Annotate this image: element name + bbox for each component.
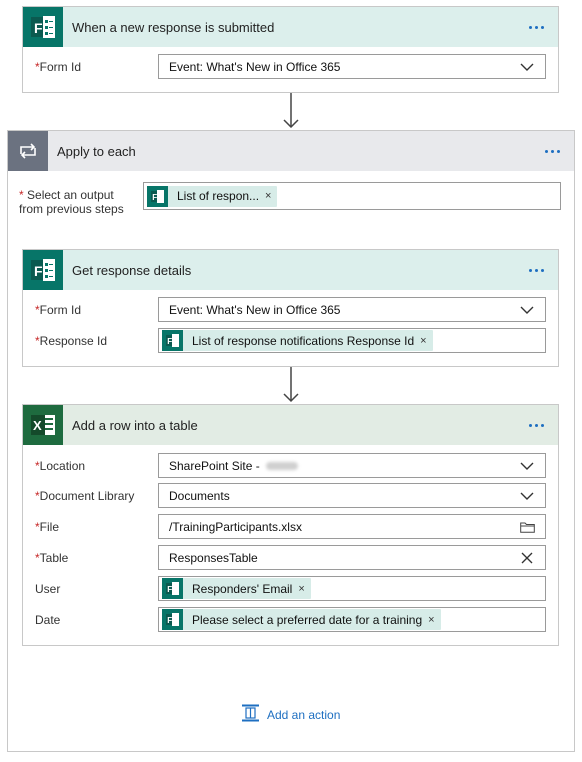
- svg-text:F: F: [152, 193, 157, 202]
- close-icon[interactable]: ×: [420, 335, 426, 347]
- form-id-value: Event: What's New in Office 365: [169, 59, 341, 74]
- forms-icon: F: [23, 7, 63, 47]
- close-icon[interactable]: ×: [265, 190, 271, 202]
- details-form-id-value: Event: What's New in Office 365: [169, 302, 341, 317]
- response-id-token-label: List of response notifications Response …: [192, 333, 415, 348]
- chevron-down-icon: [519, 59, 535, 75]
- table-row-field: *Table ResponsesTable: [23, 545, 558, 571]
- date-field[interactable]: F Please select a preferred date for a t…: [158, 607, 546, 632]
- loop-icon: [8, 131, 48, 171]
- forms-icon: F: [147, 185, 168, 207]
- trigger-card: F When a new response is submitted *Form…: [22, 6, 559, 93]
- svg-text:F: F: [34, 263, 43, 279]
- form-id-label: *Form Id: [35, 60, 82, 74]
- select-output-token-label: List of respon...: [177, 189, 260, 203]
- table-input[interactable]: ResponsesTable: [158, 545, 546, 570]
- trigger-title: When a new response is submitted: [72, 19, 275, 35]
- details-form-id-row: *Form Id Event: What's New in Office 365: [23, 297, 558, 323]
- more-icon[interactable]: [524, 415, 548, 435]
- forms-icon: F: [162, 578, 183, 599]
- apply-to-each-title: Apply to each: [57, 143, 136, 159]
- folder-icon[interactable]: [519, 519, 535, 535]
- get-response-details-header[interactable]: F Get response details: [23, 250, 558, 290]
- add-action-label: Add an action: [267, 707, 341, 722]
- chevron-down-icon: [519, 488, 535, 504]
- trigger-header[interactable]: F When a new response is submitted: [23, 7, 558, 47]
- trigger-form-id-row: *Form Id Event: What's New in Office 365: [23, 54, 558, 80]
- more-icon[interactable]: [524, 260, 548, 280]
- close-icon[interactable]: ×: [298, 583, 304, 595]
- select-output-token[interactable]: F List of respon... ×: [147, 185, 278, 207]
- more-icon[interactable]: [540, 141, 564, 161]
- location-row: *Location SharePoint Site -: [23, 453, 558, 479]
- file-input[interactable]: /TrainingParticipants.xlsx: [158, 514, 546, 539]
- forms-icon: F: [23, 250, 63, 290]
- response-id-row: *Response Id F List of response notifica…: [23, 328, 558, 354]
- table-label: *Table: [35, 551, 69, 565]
- arrow-down-icon: [283, 93, 299, 129]
- get-response-details-title: Get response details: [72, 262, 192, 278]
- location-label: *Location: [35, 459, 86, 473]
- apply-to-each-header[interactable]: Apply to each: [8, 131, 574, 171]
- add-row-card: X Add a row into a table *Location Share…: [22, 404, 559, 646]
- forms-icon: F: [162, 609, 183, 630]
- response-id-label: *Response Id: [35, 334, 108, 348]
- select-output-label: * Select an output from previous steps: [19, 188, 124, 216]
- doclib-row: *Document Library Documents: [23, 483, 558, 509]
- forms-icon: F: [162, 330, 183, 351]
- redacted-site-name: [265, 461, 298, 470]
- clear-icon[interactable]: [519, 550, 535, 566]
- doclib-dropdown[interactable]: Documents: [158, 483, 546, 508]
- date-token-label: Please select a preferred date for a tra…: [192, 612, 423, 627]
- form-id-dropdown[interactable]: Event: What's New in Office 365: [158, 54, 546, 79]
- get-response-details-card: F Get response details *Form Id Event: W…: [22, 249, 559, 367]
- date-row: Date F Please select a preferred date fo…: [23, 607, 558, 633]
- select-output-field[interactable]: F List of respon... ×: [143, 182, 561, 210]
- user-row: User F Responders' Email ×: [23, 576, 558, 602]
- add-row-title: Add a row into a table: [72, 417, 198, 433]
- file-label: *File: [35, 520, 60, 534]
- user-field[interactable]: F Responders' Email ×: [158, 576, 546, 601]
- user-label: User: [35, 582, 61, 596]
- chevron-down-icon: [519, 458, 535, 474]
- details-form-id-label: *Form Id: [35, 303, 82, 317]
- add-action-button[interactable]: Add an action: [241, 704, 340, 725]
- svg-text:F: F: [34, 20, 43, 36]
- date-label: Date: [35, 613, 61, 627]
- arrow-down-icon: [283, 367, 299, 403]
- close-icon[interactable]: ×: [428, 614, 434, 626]
- svg-text:X: X: [33, 418, 42, 433]
- chevron-down-icon: [519, 302, 535, 318]
- excel-icon: X: [23, 405, 63, 445]
- file-value: /TrainingParticipants.xlsx: [169, 519, 302, 534]
- user-token[interactable]: F Responders' Email ×: [162, 578, 311, 599]
- table-value: ResponsesTable: [169, 550, 258, 565]
- location-dropdown[interactable]: SharePoint Site -: [158, 453, 546, 478]
- user-token-label: Responders' Email: [192, 581, 293, 596]
- file-row: *File /TrainingParticipants.xlsx: [23, 514, 558, 540]
- svg-text:F: F: [167, 616, 172, 625]
- doclib-label: *Document Library: [35, 489, 135, 503]
- svg-text:F: F: [167, 337, 172, 346]
- add-row-header[interactable]: X Add a row into a table: [23, 405, 558, 445]
- response-id-field[interactable]: F List of response notifications Respons…: [158, 328, 546, 353]
- date-token[interactable]: F Please select a preferred date for a t…: [162, 609, 441, 630]
- location-value: SharePoint Site -: [169, 458, 260, 473]
- more-icon[interactable]: [524, 17, 548, 37]
- doclib-value: Documents: [169, 488, 230, 503]
- add-action-icon: [241, 704, 260, 725]
- details-form-id-dropdown[interactable]: Event: What's New in Office 365: [158, 297, 546, 322]
- svg-text:F: F: [167, 585, 172, 594]
- response-id-token[interactable]: F List of response notifications Respons…: [162, 330, 433, 351]
